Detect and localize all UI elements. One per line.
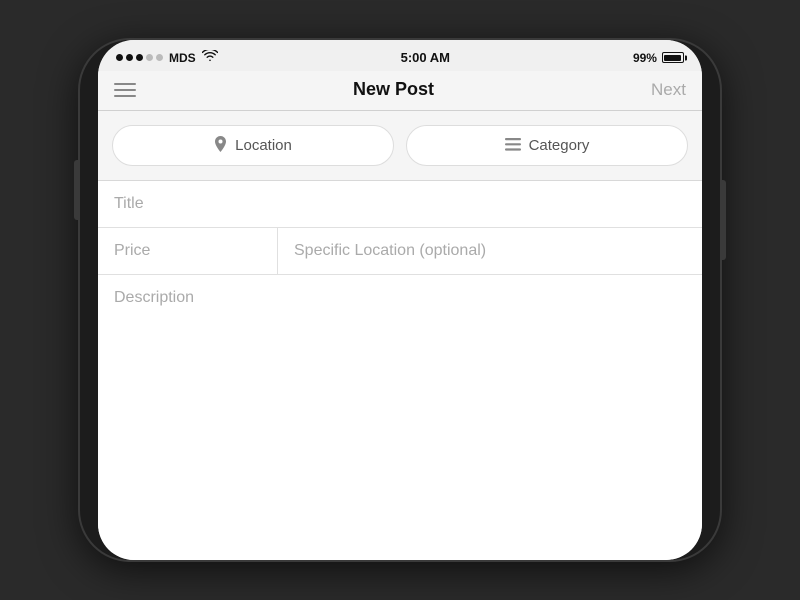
signal-dot-3 (136, 54, 143, 61)
status-left: MDS (116, 50, 218, 65)
category-icon (505, 138, 521, 154)
signal-dot-2 (126, 54, 133, 61)
status-right: 99% (633, 51, 684, 65)
signal-dot-1 (116, 54, 123, 61)
specific-location-placeholder: Specific Location (optional) (294, 242, 486, 259)
specific-location-field[interactable]: Specific Location (optional) (278, 228, 702, 274)
battery-percentage: 99% (633, 51, 657, 65)
category-selector[interactable]: Category (406, 125, 688, 166)
signal-dot-4 (146, 54, 153, 61)
category-selector-label: Category (529, 137, 590, 154)
hamburger-line-3 (114, 95, 136, 97)
price-field[interactable]: Price (98, 228, 278, 274)
next-button[interactable]: Next (651, 80, 686, 100)
wifi-icon (202, 50, 218, 65)
price-placeholder: Price (114, 242, 150, 259)
time-display: 5:00 AM (401, 50, 450, 65)
location-pin-icon (214, 136, 227, 155)
title-field[interactable]: Title (98, 181, 702, 228)
content-area: Location Category Title (98, 111, 702, 560)
nav-bar: New Post Next (98, 71, 702, 111)
selector-row: Location Category (98, 111, 702, 181)
price-location-row: Price Specific Location (optional) (98, 228, 702, 275)
phone-shell: MDS 5:00 AM 99% (80, 40, 720, 560)
status-bar: MDS 5:00 AM 99% (98, 40, 702, 71)
menu-button[interactable] (114, 83, 136, 97)
hamburger-line-2 (114, 89, 136, 91)
title-placeholder: Title (114, 195, 144, 213)
battery-icon (662, 52, 684, 63)
location-selector[interactable]: Location (112, 125, 394, 166)
description-field[interactable]: Description (98, 275, 702, 321)
location-selector-label: Location (235, 137, 292, 154)
signal-dot-5 (156, 54, 163, 61)
hamburger-line-1 (114, 83, 136, 85)
carrier-label: MDS (169, 51, 196, 65)
signal-dots (116, 54, 163, 61)
page-title: New Post (353, 79, 434, 100)
screen: MDS 5:00 AM 99% (98, 40, 702, 560)
description-placeholder: Description (114, 289, 194, 306)
